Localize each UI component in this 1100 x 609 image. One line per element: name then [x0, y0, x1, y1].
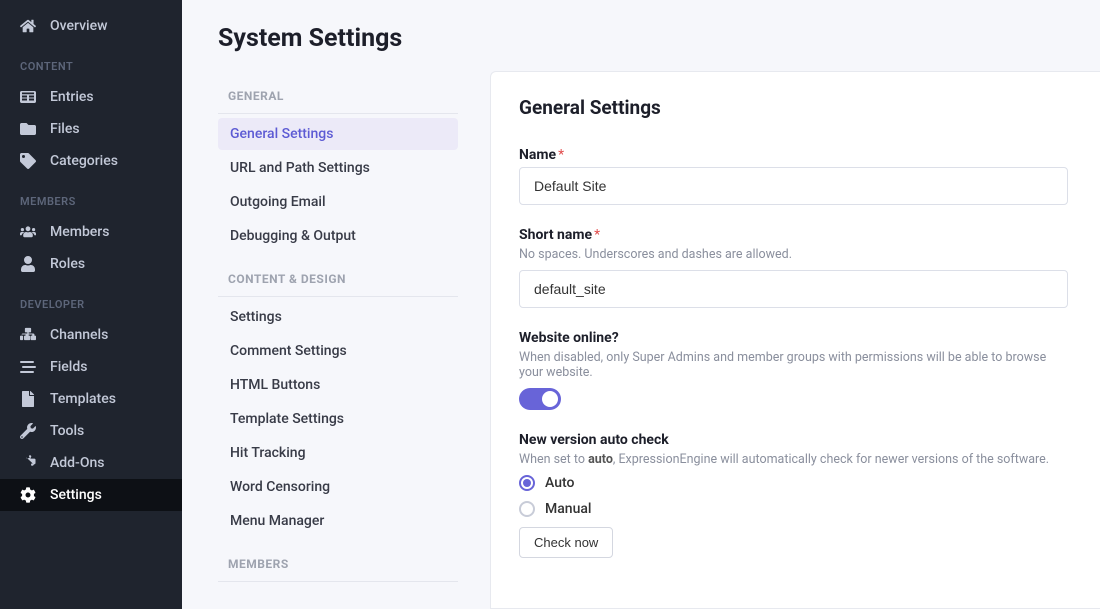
sidebar-item-label: Settings — [50, 487, 102, 503]
subnav-item-settings[interactable]: Settings — [218, 301, 458, 333]
subnav-item-hit-tracking[interactable]: Hit Tracking — [218, 437, 458, 469]
short-name-help: No spaces. Underscores and dashes are al… — [519, 247, 1068, 262]
sidebar-item-add-ons[interactable]: Add-Ons — [0, 447, 182, 479]
divider — [218, 581, 458, 582]
sidebar-item-label: Tools — [50, 423, 84, 439]
page-header: System Settings — [182, 0, 1100, 71]
subnav-item-general-settings[interactable]: General Settings — [218, 118, 458, 150]
radio-label: Auto — [545, 475, 574, 491]
sidebar-item-label: Add-Ons — [50, 455, 104, 471]
online-toggle[interactable] — [519, 388, 561, 410]
wrench-icon — [20, 423, 36, 439]
sidebar-item-overview[interactable]: Overview — [0, 10, 182, 42]
field-label-short-name: Short name* — [519, 227, 1068, 243]
sidebar-item-label: Members — [50, 224, 109, 240]
sidebar-item-label: Categories — [50, 153, 118, 169]
short-name-input[interactable] — [519, 270, 1068, 308]
panel-title: General Settings — [519, 96, 1068, 119]
sidebar-item-label: Fields — [50, 359, 87, 375]
gear-icon — [20, 487, 36, 503]
subnav-item-outgoing-email[interactable]: Outgoing Email — [218, 186, 458, 218]
subnav-group-label: MEMBERS — [218, 539, 458, 581]
sidebar-item-files[interactable]: Files — [0, 113, 182, 145]
sidebar-item-channels[interactable]: Channels — [0, 319, 182, 351]
divider — [218, 296, 458, 297]
subnav-item-html-buttons[interactable]: HTML Buttons — [218, 369, 458, 401]
bars-staggered-icon — [20, 359, 36, 375]
sidebar-item-label: Roles — [50, 256, 85, 272]
radio-auto[interactable]: Auto — [519, 475, 1068, 491]
subnav-item-debugging-output[interactable]: Debugging & Output — [218, 220, 458, 252]
required-asterisk: * — [594, 227, 600, 243]
field-version-check: New version auto check When set to auto,… — [519, 432, 1068, 558]
folder-icon — [20, 121, 36, 137]
sidebar-item-label: Overview — [50, 18, 107, 34]
sidebar-item-label: Templates — [50, 391, 116, 407]
sidebar-item-fields[interactable]: Fields — [0, 351, 182, 383]
page-title: System Settings — [218, 24, 1064, 53]
home-icon — [20, 18, 36, 34]
sidebar-item-roles[interactable]: Roles — [0, 248, 182, 280]
sidebar-item-members[interactable]: Members — [0, 216, 182, 248]
settings-panel: General Settings Name* Short name* No sp… — [490, 71, 1100, 609]
sitemap-icon — [20, 327, 36, 343]
subnav-item-menu-manager[interactable]: Menu Manager — [218, 505, 458, 537]
user-icon — [20, 256, 36, 272]
required-asterisk: * — [558, 147, 564, 163]
main-content: System Settings GENERALGeneral SettingsU… — [182, 0, 1100, 609]
subnav-item-comment-settings[interactable]: Comment Settings — [218, 335, 458, 367]
sidebar-item-label: Entries — [50, 89, 94, 105]
radio-indicator — [519, 475, 535, 491]
subnav-group-label: GENERAL — [218, 71, 458, 113]
check-now-button[interactable]: Check now — [519, 527, 613, 558]
radio-label: Manual — [545, 501, 591, 517]
sidebar-item-categories[interactable]: Categories — [0, 145, 182, 177]
radio-manual[interactable]: Manual — [519, 501, 1068, 517]
sidebar-item-label: Channels — [50, 327, 108, 343]
puzzle-icon — [20, 455, 36, 471]
sidebar-group-label: MEMBERS — [0, 177, 182, 216]
name-input[interactable] — [519, 167, 1068, 205]
subnav-item-template-settings[interactable]: Template Settings — [218, 403, 458, 435]
subnav-item-word-censoring[interactable]: Word Censoring — [218, 471, 458, 503]
field-name: Name* — [519, 147, 1068, 205]
tag-icon — [20, 153, 36, 169]
field-label-online: Website online? — [519, 330, 1068, 346]
sidebar-item-tools[interactable]: Tools — [0, 415, 182, 447]
entries-icon — [20, 89, 36, 105]
sidebar-group-label: DEVELOPER — [0, 280, 182, 319]
version-help: When set to auto, ExpressionEngine will … — [519, 452, 1068, 467]
sidebar-item-settings[interactable]: Settings — [0, 479, 182, 511]
users-icon — [20, 224, 36, 240]
settings-subnav: GENERAL General SettingsURL and Path Sett… — [218, 71, 458, 609]
sidebar-item-label: Files — [50, 121, 80, 137]
online-help: When disabled, only Super Admins and mem… — [519, 350, 1068, 380]
radio-indicator — [519, 501, 535, 517]
sidebar-group-label: CONTENT — [0, 42, 182, 81]
field-website-online: Website online? When disabled, only Supe… — [519, 330, 1068, 410]
field-label-version: New version auto check — [519, 432, 1068, 448]
main-sidebar: Overview CONTENT Entries Files Categories ME… — [0, 0, 182, 609]
sidebar-item-entries[interactable]: Entries — [0, 81, 182, 113]
sidebar-item-templates[interactable]: Templates — [0, 383, 182, 415]
divider — [218, 113, 458, 114]
subnav-item-url-and-path-settings[interactable]: URL and Path Settings — [218, 152, 458, 184]
field-short-name: Short name* No spaces. Underscores and d… — [519, 227, 1068, 308]
subnav-group-label: CONTENT & DESIGN — [218, 254, 458, 296]
field-label-name: Name* — [519, 147, 1068, 163]
file-icon — [20, 391, 36, 407]
